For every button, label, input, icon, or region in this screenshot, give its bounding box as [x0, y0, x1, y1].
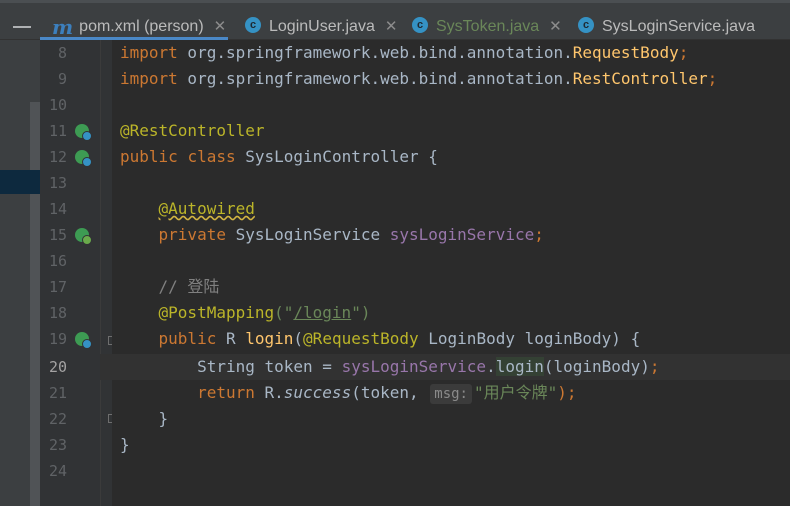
editor-gutter: 8 9 10 11 12 13 14 15 16 17 18 19 20 21 …: [40, 40, 116, 506]
code-line-20: String token = sysLoginService.login(log…: [197, 357, 660, 376]
code-line-17: // 登陆: [158, 277, 220, 296]
code-line-9: import org.springframework.web.bind.anno…: [120, 69, 718, 88]
code-line-18: @PostMapping("/login"): [158, 303, 371, 322]
selected-tree-item[interactable]: [0, 170, 40, 194]
code-line-12: public class SysLoginController {: [120, 147, 438, 166]
code-line-8: import org.springframework.web.bind.anno…: [120, 43, 689, 62]
line-number: 9: [57, 70, 67, 88]
code-line-15: private SysLoginService sysLoginService;: [158, 225, 544, 244]
tab-loginuser-java[interactable]: c LoginUser.java ✕: [245, 14, 397, 40]
code-line-14: @Autowired: [158, 199, 255, 218]
line-number: 13: [48, 174, 67, 192]
request-mapping-icon[interactable]: [75, 332, 92, 349]
code-line-23: }: [120, 435, 130, 454]
line-number: 12: [48, 148, 67, 166]
line-number: 21: [48, 384, 67, 402]
line-number: 19: [48, 330, 67, 348]
code-editor[interactable]: import org.springframework.web.bind.anno…: [100, 40, 790, 506]
line-number: 22: [48, 410, 67, 428]
tab-systoken-java[interactable]: c SysToken.java ✕: [412, 14, 562, 40]
spring-bean-icon[interactable]: [75, 150, 92, 167]
line-number: 24: [48, 462, 67, 480]
code-line-22: }: [158, 409, 169, 428]
tab-label: SysLoginService.java: [602, 18, 755, 35]
collapse-icon[interactable]: [13, 26, 31, 28]
line-number: 16: [48, 252, 67, 270]
spring-bean-icon[interactable]: [75, 124, 92, 141]
line-number: 11: [48, 122, 67, 140]
tab-sysloginservice-java[interactable]: c SysLoginService.java: [578, 14, 755, 40]
parameter-hint: msg:: [430, 384, 472, 404]
close-icon[interactable]: ✕: [385, 18, 398, 35]
code-line-19: public R login(@RequestBody LoginBody lo…: [158, 329, 641, 348]
autowired-navigate-icon[interactable]: [75, 228, 92, 245]
class-icon: c: [245, 17, 261, 34]
tab-label: pom.xml (person): [79, 18, 204, 35]
line-number: 15: [48, 226, 67, 244]
line-number: 17: [48, 278, 67, 296]
line-number: 23: [48, 436, 67, 454]
editor-tab-bar: m pom.xml (person) ✕ c LoginUser.java ✕ c Sys…: [0, 0, 790, 40]
tab-label: LoginUser.java: [269, 18, 375, 35]
class-icon: c: [578, 17, 594, 34]
class-icon: c: [412, 17, 428, 34]
code-line-11: @RestController: [120, 121, 265, 140]
toolbar-edge: [0, 0, 790, 3]
panel-scrollbar[interactable]: [30, 102, 40, 506]
close-icon[interactable]: ✕: [214, 18, 227, 35]
code-line-21: return R.success(token, msg: "用户令牌");: [197, 383, 577, 404]
line-number: 10: [48, 96, 67, 114]
line-number: 8: [57, 44, 67, 62]
gutter-separator: [100, 40, 101, 506]
project-panel-edge: [0, 40, 40, 506]
tab-label: SysToken.java: [436, 18, 540, 35]
close-icon[interactable]: ✕: [549, 18, 562, 35]
line-number: 18: [48, 304, 67, 322]
line-number: 14: [48, 200, 67, 218]
current-line-number: 20: [48, 358, 67, 376]
